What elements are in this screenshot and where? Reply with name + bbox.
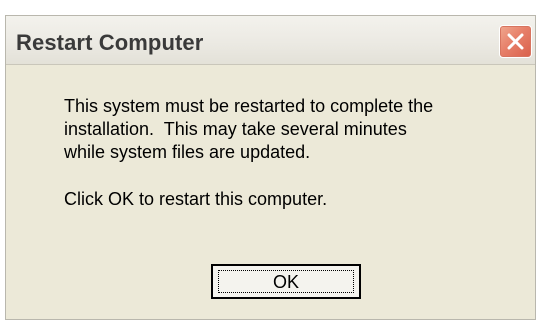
message-line-3: while system files are updated. bbox=[64, 142, 311, 162]
restart-dialog: Restart Computer This system must be res… bbox=[5, 15, 536, 320]
close-button[interactable] bbox=[499, 25, 532, 58]
message-line-2: installation. This may take several minu… bbox=[64, 119, 407, 139]
dialog-title: Restart Computer bbox=[16, 30, 204, 55]
ok-button[interactable]: OK bbox=[211, 264, 361, 299]
title-bar[interactable]: Restart Computer bbox=[6, 16, 535, 65]
ok-button-label: OK bbox=[272, 272, 299, 292]
instruction-text: Click OK to restart this computer. bbox=[64, 189, 328, 209]
message-line-1: This system must be restarted to complet… bbox=[64, 96, 434, 116]
close-icon bbox=[507, 33, 524, 50]
